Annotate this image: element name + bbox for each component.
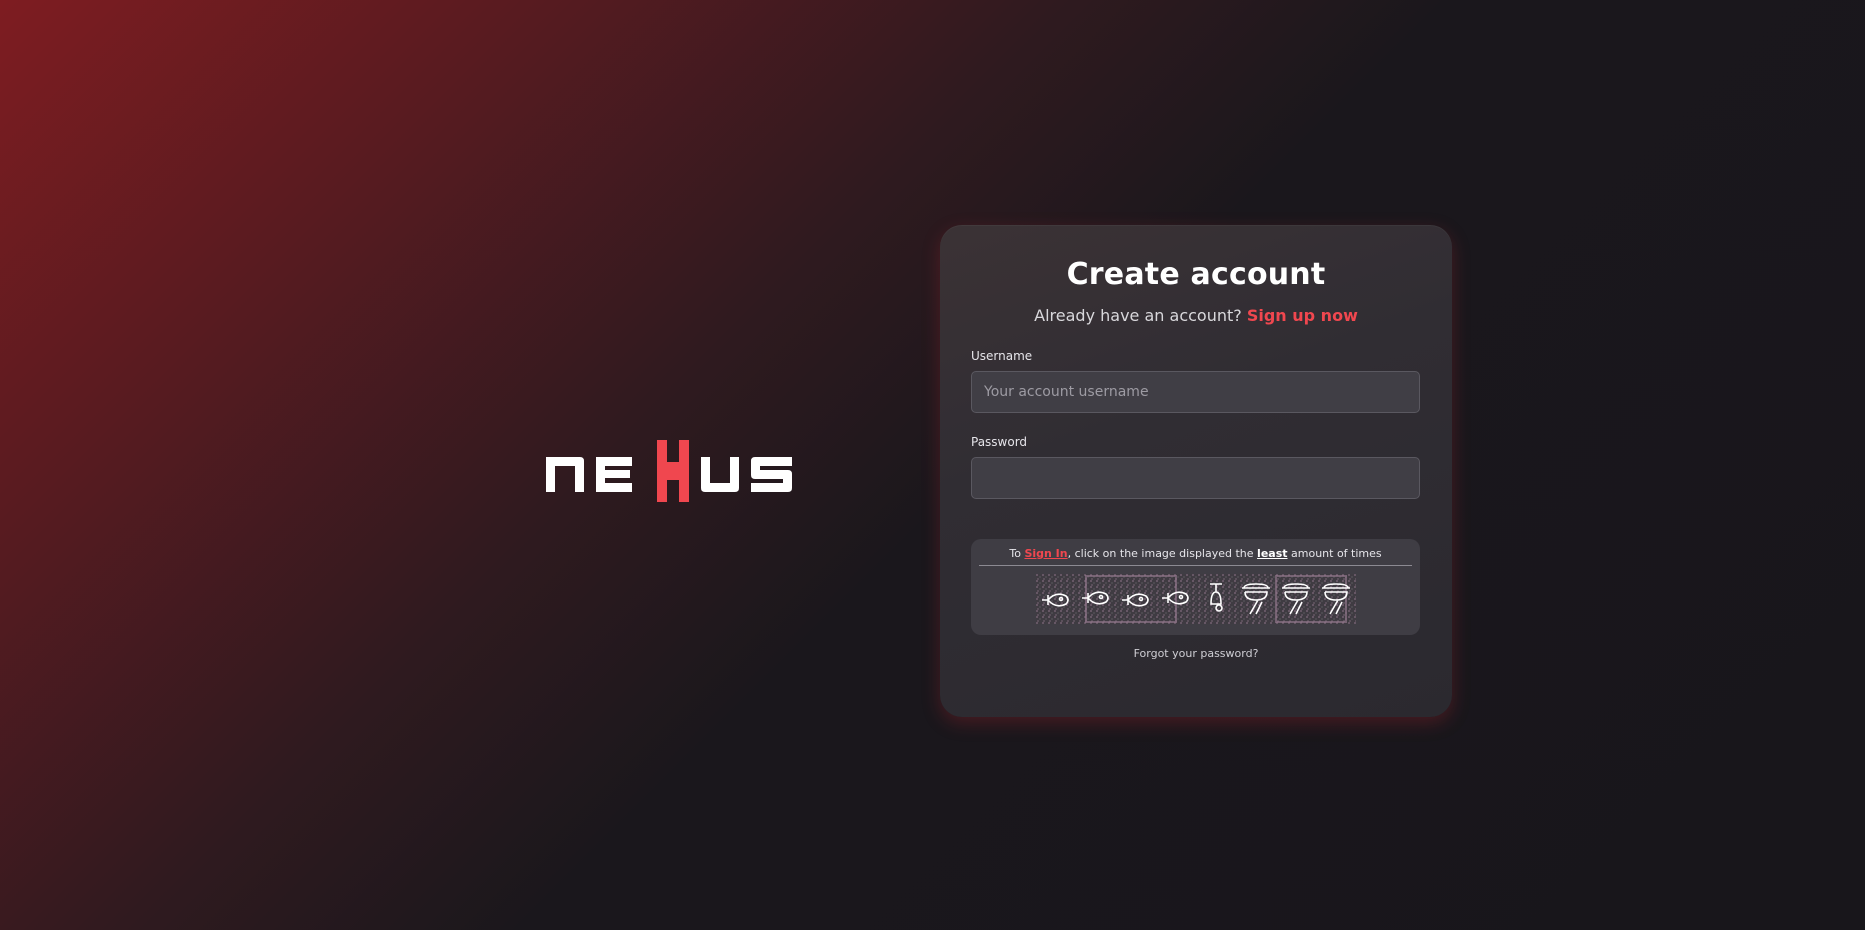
signup-card: Create account Already have an account? … xyxy=(940,225,1452,717)
captcha-sign-in-link[interactable]: Sign In xyxy=(1024,547,1067,560)
captcha-text-prefix: To xyxy=(1009,547,1021,560)
password-input[interactable] xyxy=(971,457,1420,499)
page-title: Create account xyxy=(1066,257,1326,292)
password-label: Password xyxy=(971,435,1028,449)
captcha-box: To Sign In, click on the image displayed… xyxy=(971,539,1420,635)
captcha-image[interactable] xyxy=(1035,574,1356,624)
signin-prompt-text: Already have an account? xyxy=(1034,306,1242,325)
captcha-text-middle: , click on the image displayed the xyxy=(1067,547,1254,560)
background-gradient xyxy=(0,0,1865,930)
captcha-instruction: To Sign In, click on the image displayed… xyxy=(979,547,1412,566)
signin-prompt: Already have an account? Sign up now xyxy=(971,306,1421,325)
captcha-text-suffix: amount of times xyxy=(1291,547,1382,560)
captcha-text-emphasis: least xyxy=(1257,547,1288,560)
nexus-logo xyxy=(546,440,792,502)
captcha-noise xyxy=(1035,574,1356,624)
username-input[interactable] xyxy=(971,371,1420,413)
sign-up-link[interactable]: Sign up now xyxy=(1247,306,1358,325)
username-label: Username xyxy=(971,349,1033,363)
forgot-password-link[interactable]: Forgot your password? xyxy=(971,647,1421,660)
